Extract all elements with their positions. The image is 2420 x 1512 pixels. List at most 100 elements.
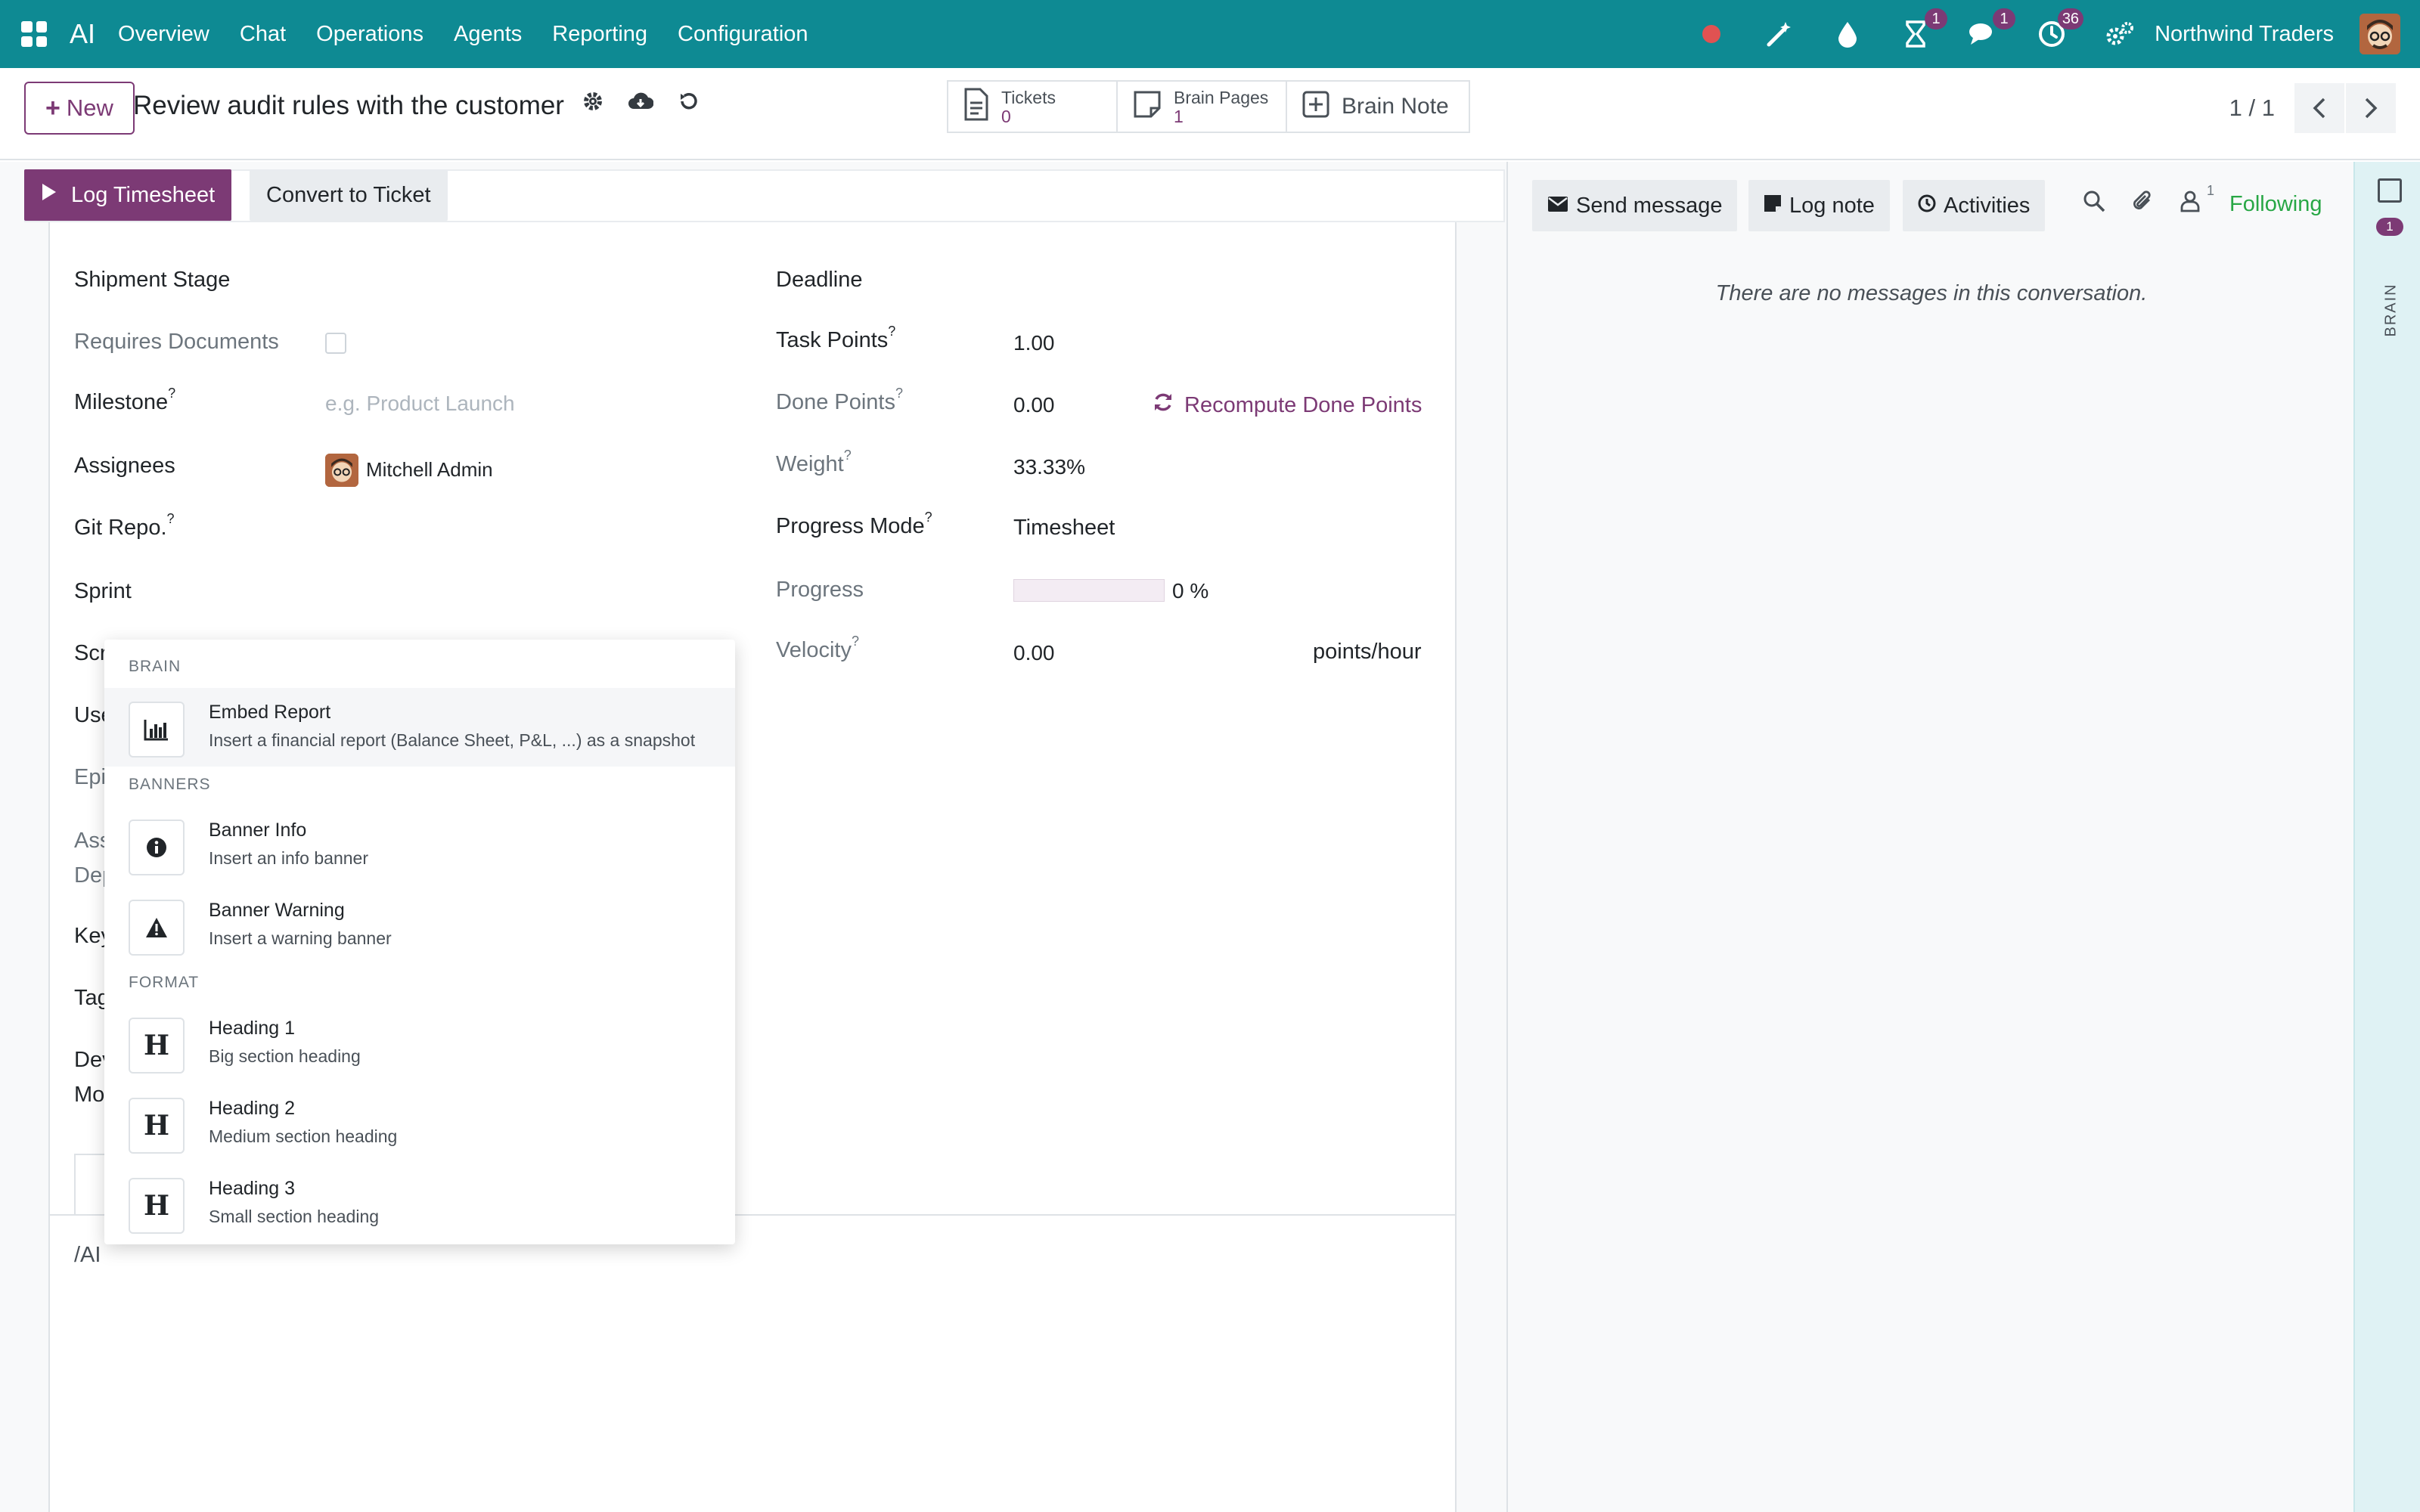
- tickets-smart-button[interactable]: Tickets 0: [948, 82, 1118, 132]
- magic-wand-icon[interactable]: [1764, 19, 1795, 49]
- heading-icon: H: [129, 1018, 185, 1074]
- send-message-button[interactable]: Send message: [1532, 180, 1738, 231]
- empty-conversation-text: There are no messages in this conversati…: [1715, 281, 2148, 305]
- form-statusbar: [24, 169, 1505, 222]
- progress-mode-label: Progress Mode?: [776, 510, 932, 539]
- assignee-name[interactable]: Mitchell Admin: [366, 458, 493, 482]
- heading-icon: H: [129, 1178, 185, 1234]
- powerbox-item-desc: Insert a warning banner: [209, 928, 392, 948]
- done-points-label-text: Done Points: [776, 390, 895, 414]
- powerbox-item-title: Heading 2: [209, 1098, 295, 1119]
- search-icon[interactable]: [2083, 190, 2105, 218]
- chat-bubbles-icon[interactable]: 1: [1969, 8, 2016, 49]
- done-points-help[interactable]: ?: [895, 386, 903, 401]
- convert-to-ticket-button[interactable]: Convert to Ticket: [250, 169, 448, 221]
- new-button[interactable]: + New: [24, 82, 135, 135]
- record-icon[interactable]: [1696, 19, 1727, 49]
- powerbox-item-desc: Big section heading: [209, 1046, 361, 1066]
- heading-icon: H: [129, 1098, 185, 1154]
- milestone-help[interactable]: ?: [168, 386, 175, 401]
- gear-icon[interactable]: [582, 91, 603, 117]
- activities-button[interactable]: Activities: [1903, 180, 2046, 231]
- powerbox-item-heading-1[interactable]: H Heading 1 Big section heading: [104, 1004, 735, 1083]
- powerbox-item-title: Heading 1: [209, 1018, 295, 1039]
- user-avatar[interactable]: [2360, 14, 2400, 54]
- tickets-label: Tickets: [1001, 88, 1056, 107]
- weight-label-text: Weight: [776, 452, 844, 476]
- menu-reporting[interactable]: Reporting: [552, 22, 647, 47]
- clock-icon[interactable]: 36: [2037, 8, 2084, 49]
- git-repo-help[interactable]: ?: [167, 511, 175, 526]
- play-icon: [41, 182, 57, 208]
- brain-note-label: Brain Note: [1342, 94, 1449, 119]
- powerbox-item-desc: Insert an info banner: [209, 848, 368, 868]
- chevron-left-icon: [2313, 98, 2325, 119]
- brain-badge: 1: [2376, 218, 2403, 236]
- log-note-label: Log note: [1789, 193, 1875, 218]
- powerbox-item-banner-warning[interactable]: Banner Warning Insert a warning banner: [104, 886, 735, 965]
- progress-value: 0 %: [1172, 579, 1209, 603]
- cloud-save-icon[interactable]: [628, 91, 654, 117]
- brain-pages-smart-button[interactable]: Brain Pages 1: [1118, 82, 1287, 132]
- apps-menu-icon[interactable]: [21, 21, 47, 47]
- refresh-icon: [1153, 392, 1174, 419]
- milestone-label-text: Milestone: [74, 390, 169, 414]
- category-format: FORMAT: [129, 974, 200, 991]
- brain-note-icon[interactable]: [2378, 178, 2402, 203]
- drop-icon[interactable]: [1832, 19, 1863, 49]
- powerbox-item-heading-3[interactable]: H Heading 3 Small section heading: [104, 1164, 735, 1243]
- velocity-help[interactable]: ?: [852, 634, 859, 649]
- pager-previous-button[interactable]: [2294, 83, 2346, 133]
- milestone-input[interactable]: e.g. Product Launch: [325, 392, 515, 416]
- task-points-value[interactable]: 1.00: [1013, 331, 1055, 355]
- partial-label-scr: Scr: [74, 641, 107, 665]
- discard-changes-icon[interactable]: [678, 91, 699, 117]
- description-editor[interactable]: /AI: [74, 1243, 101, 1268]
- menu-overview[interactable]: Overview: [118, 22, 209, 47]
- log-note-button[interactable]: Log note: [1748, 180, 1890, 231]
- powerbox-item-title: Banner Warning: [209, 900, 345, 921]
- recompute-done-points-button[interactable]: Recompute Done Points: [1153, 392, 1422, 419]
- paperclip-icon[interactable]: [2131, 189, 2154, 218]
- done-points-value: 0.00: [1013, 393, 1055, 417]
- plus-square-icon: [1302, 91, 1329, 123]
- log-timesheet-button[interactable]: Log Timesheet: [24, 169, 232, 221]
- powerbox-item-embed-report[interactable]: Embed Report Insert a financial report (…: [104, 688, 735, 767]
- recompute-label: Recompute Done Points: [1184, 392, 1423, 417]
- menu-agents[interactable]: Agents: [454, 22, 522, 47]
- following-button[interactable]: Following: [2229, 192, 2322, 217]
- pager-value[interactable]: 1 / 1: [2229, 94, 2275, 122]
- record-title: Review audit rules with the customer: [133, 91, 564, 120]
- info-icon: [129, 820, 185, 875]
- powerbox-item-heading-2[interactable]: H Heading 2 Medium section heading: [104, 1084, 735, 1163]
- weight-help[interactable]: ?: [844, 448, 852, 463]
- clock-icon: [1918, 194, 1936, 218]
- pager-next-button[interactable]: [2346, 83, 2397, 133]
- menu-configuration[interactable]: Configuration: [678, 22, 808, 47]
- progress-mode-value[interactable]: Timesheet: [1013, 516, 1115, 541]
- weight-label: Weight?: [776, 448, 852, 477]
- envelope-icon: [1547, 194, 1568, 218]
- partial-label-mo: Mo: [74, 1083, 105, 1107]
- category-banners: BANNERS: [129, 776, 211, 793]
- task-points-help[interactable]: ?: [888, 324, 895, 339]
- activities-badge: 1: [1925, 8, 1948, 29]
- hourglass-icon[interactable]: 1: [1900, 8, 1948, 49]
- followers-icon[interactable]: [2180, 190, 2201, 218]
- powerbox-item-title: Banner Info: [209, 820, 307, 841]
- progress-mode-help[interactable]: ?: [925, 510, 932, 525]
- powerbox-item-desc: Small section heading: [209, 1207, 380, 1226]
- company-switcher[interactable]: Northwind Traders: [2155, 22, 2334, 47]
- powerbox-item-banner-info[interactable]: Banner Info Insert an info banner: [104, 806, 735, 885]
- brain-note-smart-button[interactable]: Brain Note: [1287, 82, 1469, 132]
- task-points-label: Task Points?: [776, 324, 895, 353]
- requires-documents-checkbox[interactable]: [325, 333, 346, 354]
- menu-chat[interactable]: Chat: [240, 22, 286, 47]
- gears-icon[interactable]: [2105, 19, 2135, 49]
- menu-operations[interactable]: Operations: [316, 22, 424, 47]
- milestone-label: Milestone?: [74, 386, 175, 415]
- app-brand[interactable]: AI: [70, 18, 95, 50]
- control-panel: + New Review audit rules with the custom…: [0, 68, 2420, 160]
- log-timesheet-label: Log Timesheet: [71, 182, 216, 207]
- brain-panel-label[interactable]: BRAIN: [2383, 283, 2400, 336]
